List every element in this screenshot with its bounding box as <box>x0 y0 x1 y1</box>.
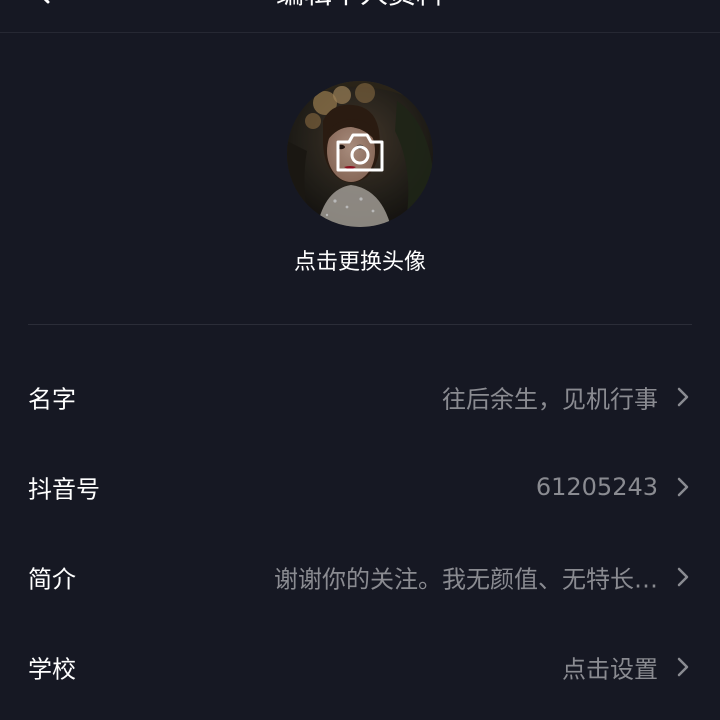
row-label: 抖音号 <box>28 475 100 504</box>
change-avatar-link[interactable]: 点击更换头像 <box>0 247 720 279</box>
avatar[interactable] <box>287 81 433 227</box>
row-value: 往后余生，见机行事 <box>442 385 658 414</box>
camera-icon <box>336 133 384 172</box>
row-label: 学校 <box>28 655 76 684</box>
profile-row-douyin-id[interactable]: 抖音号 61205243 <box>0 451 720 523</box>
row-label: 简介 <box>28 565 76 594</box>
row-value: 61205243 <box>535 473 658 501</box>
row-value: 谢谢你的关注。我无颜值、无特长… <box>274 565 658 594</box>
row-value: 点击设置 <box>562 655 658 684</box>
header-bar: 编辑个人资料 <box>0 0 720 33</box>
chevron-right-icon <box>676 566 690 588</box>
chevron-right-icon <box>676 476 690 498</box>
profile-row-school[interactable]: 学校 点击设置 <box>0 631 720 703</box>
chevron-right-icon <box>676 386 690 408</box>
page-title: 编辑个人资料 <box>0 0 720 14</box>
section-divider <box>28 324 692 325</box>
row-label: 名字 <box>28 385 76 414</box>
chevron-right-icon <box>676 656 690 678</box>
profile-row-name[interactable]: 名字 往后余生，见机行事 <box>0 361 720 433</box>
edit-profile-page: 编辑个人资料 <box>0 0 720 720</box>
profile-row-bio[interactable]: 简介 谢谢你的关注。我无颜值、无特长… <box>0 541 720 613</box>
